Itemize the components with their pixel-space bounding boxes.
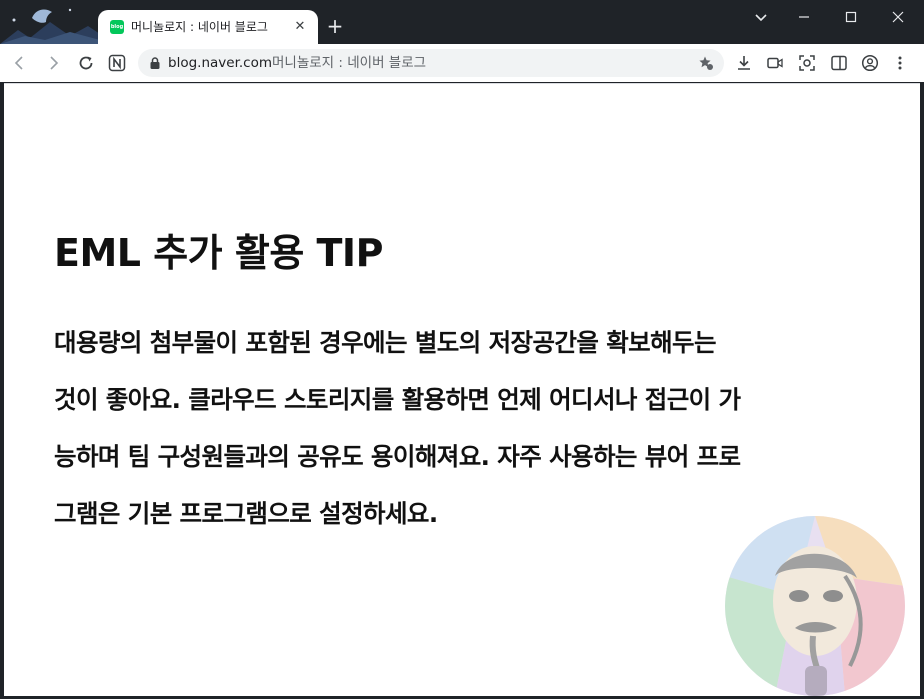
video-button[interactable] (764, 52, 786, 74)
new-tab-button[interactable]: + (325, 16, 345, 36)
body-paragraph: 대용량의 첨부물이 포함된 경우에는 별도의 저장공간을 확보해두는 것이 좋아… (54, 314, 884, 542)
maximize-button[interactable] (840, 9, 862, 31)
screenshot-button[interactable] (796, 52, 818, 74)
split-view-icon (831, 55, 847, 71)
active-tab[interactable]: blog 머니놀로지 : 네이버 블로그 ✕ (98, 10, 318, 44)
back-icon (14, 56, 23, 70)
download-icon (738, 56, 750, 70)
download-button[interactable] (733, 52, 755, 74)
paragraph-line: 능하며 팀 구성원들과의 공유도 용이해져요. 자주 사용하는 뷰어 프로 (54, 442, 741, 471)
lock-icon[interactable] (148, 56, 162, 70)
screenshot-icon (799, 55, 815, 71)
naver-blog-favicon-icon: blog (110, 20, 124, 34)
browser-toolbar: blog.naver.com 머니놀로지 : 네이버 블로그 (0, 44, 924, 82)
close-window-button[interactable] (887, 9, 909, 31)
back-button[interactable] (9, 52, 31, 74)
menu-button[interactable] (889, 52, 911, 74)
naver-n-icon (108, 54, 126, 72)
profile-icon (861, 54, 879, 72)
browser-window: blog 머니놀로지 : 네이버 블로그 ✕ + blog.naver.com … (0, 0, 924, 699)
split-view-button[interactable] (828, 52, 850, 74)
page-viewport[interactable]: EML 추가 활용 TIP 대용량의 첨부물이 포함된 경우에는 별도의 저장공… (4, 83, 920, 696)
bookmark-star-icon[interactable] (698, 55, 714, 71)
menu-icon (898, 56, 902, 70)
reload-icon (79, 56, 93, 70)
naver-extension-button[interactable] (106, 52, 128, 74)
tab-close-icon[interactable]: ✕ (292, 19, 308, 35)
paragraph-line: 대용량의 첨부물이 포함된 경우에는 별도의 저장공간을 확보해두는 (54, 328, 717, 357)
portrait-watermark-image (725, 516, 905, 696)
video-icon (767, 57, 783, 69)
section-heading: EML 추가 활용 TIP (54, 231, 383, 275)
profile-button[interactable] (859, 52, 881, 74)
minimize-button[interactable] (793, 9, 815, 31)
tab-strip-decoration (0, 8, 100, 44)
url-page-title: 머니놀로지 : 네이버 블로그 (272, 55, 427, 71)
forward-button[interactable] (42, 52, 64, 74)
address-bar[interactable]: blog.naver.com 머니놀로지 : 네이버 블로그 (138, 49, 724, 77)
tab-title: 머니놀로지 : 네이버 블로그 (131, 20, 268, 34)
forward-icon (50, 56, 59, 70)
url-host: blog.naver.com (168, 55, 272, 71)
tab-strip: blog 머니놀로지 : 네이버 블로그 ✕ + (0, 0, 924, 44)
tab-search-dropdown-icon[interactable] (750, 9, 772, 31)
reload-button[interactable] (75, 52, 97, 74)
paragraph-line: 것이 좋아요. 클라우드 스토리지를 활용하면 언제 어디서나 접근이 가 (54, 385, 741, 414)
